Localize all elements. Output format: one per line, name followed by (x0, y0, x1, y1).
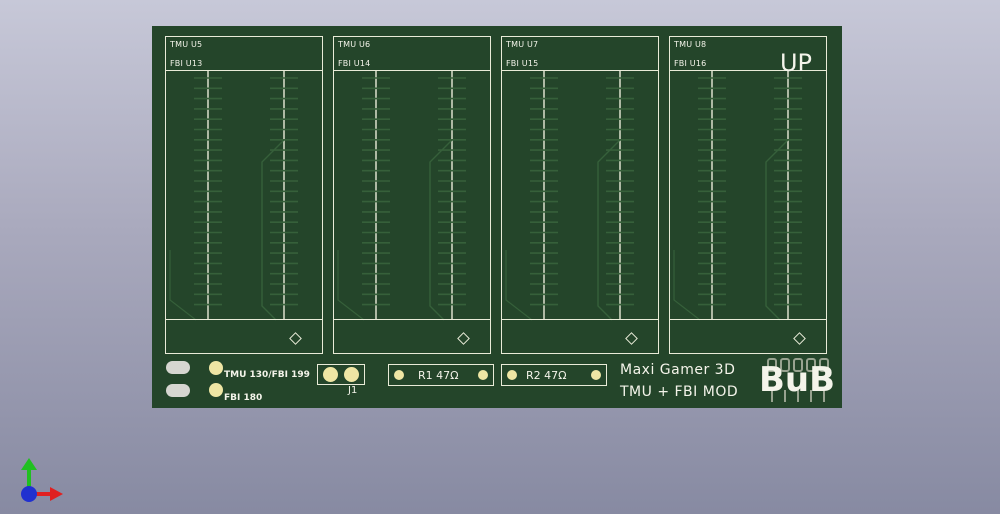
resistor-r2: R2 47Ω (501, 364, 607, 386)
routed-trace (597, 139, 621, 321)
tmu-label: TMU U7 (506, 40, 539, 49)
chip-slot-u6: TMU U6 FBI U14 (333, 36, 491, 354)
slot-footer (502, 319, 658, 353)
routed-trace (261, 139, 285, 321)
connector-pad (323, 367, 338, 382)
routed-trace (169, 250, 197, 321)
chip-slot-u5: TMU U5 FBI U13 (165, 36, 323, 354)
resistor-pad (591, 370, 601, 380)
tmu-label: TMU U6 (338, 40, 371, 49)
resistor-pad (507, 370, 517, 380)
resistor-label: R2 47Ω (526, 369, 567, 382)
slot-header: TMU U7 FBI U15 (502, 37, 658, 71)
pin1-marker-icon (289, 332, 302, 345)
routed-trace (765, 139, 789, 321)
pin1-marker-icon (625, 332, 638, 345)
connector-pad (344, 367, 359, 382)
pin-traces (505, 70, 634, 321)
3d-viewport[interactable]: TMU U5 FBI U13 TMU U6 FBI U14 TMU U7 FBI… (0, 0, 1000, 514)
chip-slot-u8: TMU U8 FBI U16 UP (669, 36, 827, 354)
resistor-label: R1 47Ω (418, 369, 459, 382)
pad-label-fbi: FBI 180 (224, 393, 263, 403)
board-title-line2: TMU + FBI MOD (620, 384, 739, 400)
fbi-label: FBI U14 (338, 59, 371, 68)
slot-header: TMU U5 FBI U13 (166, 37, 322, 71)
solder-pad-1 (209, 361, 223, 375)
pin1-marker-icon (457, 332, 470, 345)
fbi-label: FBI U16 (674, 59, 707, 68)
pin-traces (673, 70, 802, 321)
pin1-marker-icon (793, 332, 806, 345)
tmu-label: TMU U8 (674, 40, 707, 49)
fbi-label: FBI U13 (170, 59, 203, 68)
routed-trace (505, 250, 533, 321)
routed-trace (429, 139, 453, 321)
slot-footer (334, 319, 490, 353)
oval-pad-2 (166, 384, 190, 397)
pin-traces (337, 70, 466, 321)
fbi-label: FBI U15 (506, 59, 539, 68)
up-label: UP (779, 49, 812, 77)
oval-pad-1 (166, 361, 190, 374)
connector-label: J1 (348, 385, 358, 396)
pad-label-tmu-fbi: TMU 130/FBI 199 (224, 370, 310, 380)
tmu-label: TMU U5 (170, 40, 203, 49)
bub-logo-text: BuB (759, 360, 836, 400)
routed-trace (673, 250, 701, 321)
resistor-pad (394, 370, 404, 380)
routed-trace (337, 250, 365, 321)
resistor-r1: R1 47Ω (388, 364, 494, 386)
board-title-line1: Maxi Gamer 3D (620, 362, 736, 378)
solder-pad-2 (209, 383, 223, 397)
connector-j1 (317, 364, 365, 385)
chip-slot-u7: TMU U7 FBI U15 (501, 36, 659, 354)
pcb-board[interactable]: TMU U5 FBI U13 TMU U6 FBI U14 TMU U7 FBI… (152, 26, 842, 408)
slot-header: TMU U6 FBI U14 (334, 37, 490, 71)
pin-traces (169, 70, 298, 321)
slot-footer (670, 319, 826, 353)
resistor-pad (478, 370, 488, 380)
slot-footer (166, 319, 322, 353)
axis-gizmo-icon (21, 458, 63, 502)
